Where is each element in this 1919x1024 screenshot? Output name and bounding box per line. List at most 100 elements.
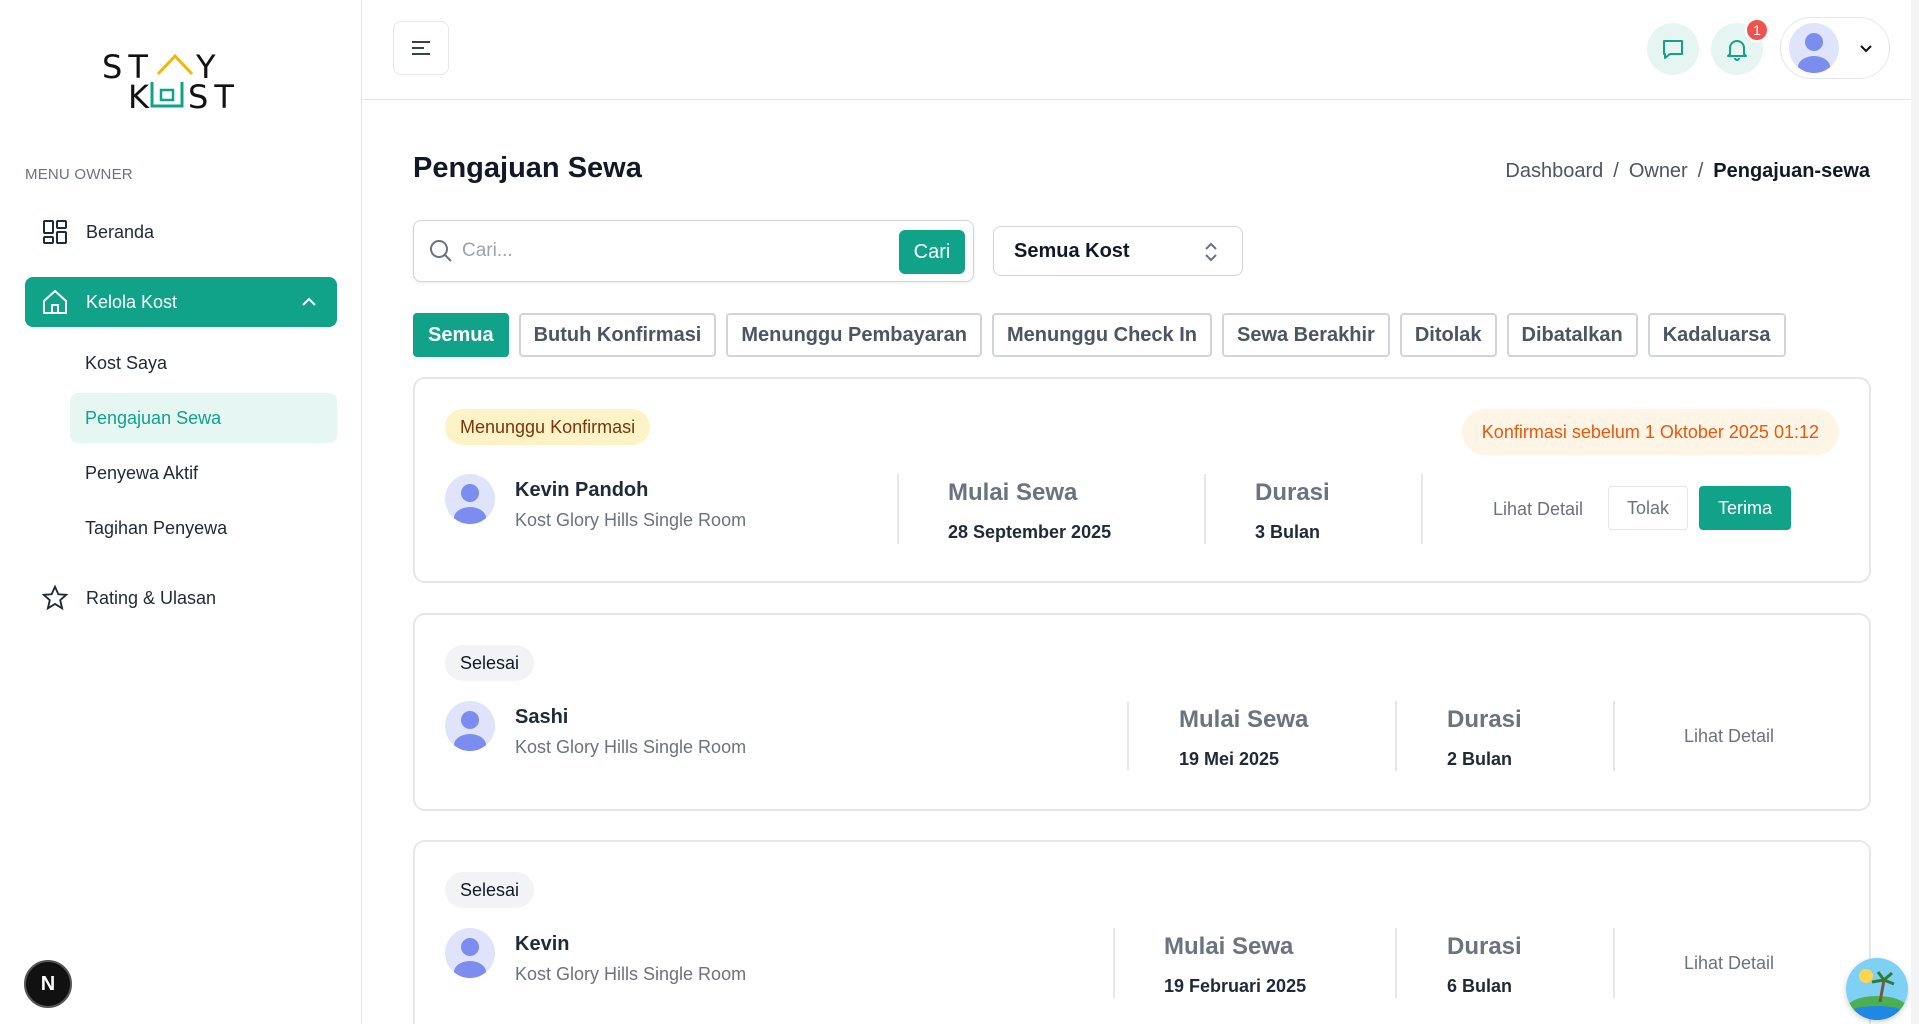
divider	[1613, 701, 1615, 771]
sidebar-subitem-pengajuan-sewa[interactable]: Pengajuan Sewa	[70, 393, 337, 443]
bell-icon	[1727, 40, 1747, 61]
breadcrumb-separator: /	[1613, 160, 1619, 182]
breadcrumb-owner[interactable]: Owner	[1629, 160, 1688, 183]
chevron-down-icon	[1860, 45, 1872, 53]
start-label: Mulai Sewa	[1164, 933, 1294, 960]
breadcrumb-current: Pengajuan-sewa	[1713, 160, 1870, 182]
menu-toggle-button[interactable]	[393, 21, 449, 75]
divider	[1395, 928, 1397, 998]
menu-title: MENU OWNER	[25, 166, 133, 183]
tenant-name: Kevin	[515, 933, 570, 955]
start-label: Mulai Sewa	[948, 479, 1078, 506]
duration-label: Durasi	[1447, 706, 1522, 733]
search-icon	[430, 240, 452, 262]
sidebar-item-beranda[interactable]: Beranda	[25, 207, 337, 257]
sidebar-subitem-label: Tagihan Penyewa	[85, 517, 228, 538]
tab-dibatalkan[interactable]: Dibatalkan	[1506, 313, 1638, 357]
divider	[1421, 474, 1423, 544]
tenant-room: Kost Glory Hills Single Room	[515, 964, 747, 984]
divider	[897, 474, 899, 544]
staykost-logo[interactable]: ST Y K ST	[102, 48, 262, 116]
divider	[1395, 701, 1397, 771]
svg-text:ST: ST	[188, 78, 240, 112]
search-bar: Cari	[413, 220, 974, 282]
sidebar-item-kelola-kost[interactable]: Kelola Kost	[25, 277, 337, 327]
tenant-name: Kevin Pandoh	[515, 479, 649, 501]
start-value: 19 Februari 2025	[1164, 976, 1307, 996]
kost-filter-select[interactable]: Semua Kost	[993, 226, 1243, 276]
sidebar-subitem-label: Penyewa Aktif	[85, 462, 199, 483]
duration-value: 3 Bulan	[1255, 522, 1321, 542]
sidebar-subitem-label: Pengajuan Sewa	[85, 407, 222, 428]
status-tabs: Semua Butuh Konfirmasi Menunggu Pembayar…	[413, 313, 1786, 357]
duration-label: Durasi	[1255, 479, 1330, 506]
tab-menunggu-pembayaran[interactable]: Menunggu Pembayaran	[726, 313, 982, 357]
status-badge: Selesai	[445, 872, 535, 908]
start-label: Mulai Sewa	[1179, 706, 1309, 733]
start-value: 19 Mei 2025	[1179, 749, 1280, 769]
nextjs-dev-badge[interactable]: N	[24, 960, 72, 1008]
home-icon	[41, 288, 69, 316]
topbar: 1	[363, 0, 1919, 100]
divider	[1613, 928, 1615, 998]
logo-mark: ST Y K ST	[102, 48, 240, 116]
breadcrumb: Dashboard / Owner / Pengajuan-sewa	[1505, 160, 1870, 183]
duration-value: 6 Bulan	[1447, 976, 1513, 996]
reject-button[interactable]: Tolak	[1608, 486, 1688, 530]
search-button[interactable]: Cari	[899, 230, 965, 274]
notification-count-badge: 1	[1745, 18, 1769, 42]
tenant-name: Sashi	[515, 706, 569, 728]
tab-butuh-konfirmasi[interactable]: Butuh Konfirmasi	[518, 313, 717, 357]
page-scrollbar[interactable]	[1911, 0, 1919, 1024]
svg-text:K: K	[128, 78, 150, 112]
sidebar-item-label: Kelola Kost	[86, 291, 178, 312]
sidebar-subitem-tagihan-penyewa[interactable]: Tagihan Penyewa	[70, 503, 337, 553]
view-detail-link[interactable]: Lihat Detail	[1493, 499, 1583, 520]
status-badge: Selesai	[445, 645, 535, 681]
star-icon	[41, 584, 69, 612]
page-title: Pengajuan Sewa	[413, 152, 642, 184]
tab-ditolak[interactable]: Ditolak	[1399, 313, 1497, 357]
tenant-room: Kost Glory Hills Single Room	[515, 737, 747, 757]
avatar	[1789, 23, 1839, 73]
view-detail-link[interactable]: Lihat Detail	[1684, 953, 1774, 974]
chat-icon	[1663, 40, 1683, 59]
sidebar-subitem-penyewa-aktif[interactable]: Penyewa Aktif	[70, 448, 337, 498]
divider	[1127, 701, 1129, 771]
status-badge: Menunggu Konfirmasi	[445, 409, 651, 445]
menu-icon	[412, 41, 430, 55]
rental-request-card: Selesai Sashi Kost Glory Hills Single Ro…	[413, 613, 1871, 811]
rental-request-card: Selesai Kevin Kost Glory Hills Single Ro…	[413, 840, 1871, 1024]
sidebar-item-rating-ulasan[interactable]: Rating & Ulasan	[25, 573, 337, 623]
tab-sewa-berakhir[interactable]: Sewa Berakhir	[1221, 313, 1390, 357]
accept-button[interactable]: Terima	[1699, 486, 1791, 530]
rental-request-card: Menunggu Konfirmasi Konfirmasi sebelum 1…	[413, 377, 1871, 583]
kost-filter-value: Semua Kost	[1014, 239, 1130, 262]
breadcrumb-dashboard[interactable]: Dashboard	[1505, 160, 1603, 183]
tenant-avatar	[445, 928, 495, 978]
island-icon	[1846, 958, 1908, 1020]
breadcrumb-separator: /	[1697, 160, 1704, 182]
tab-semua[interactable]: Semua	[413, 313, 509, 357]
chat-button[interactable]	[1647, 23, 1699, 75]
view-detail-link[interactable]: Lihat Detail	[1684, 726, 1774, 747]
floating-assistant-button[interactable]	[1846, 958, 1908, 1020]
sidebar-subitem-kost-saya[interactable]: Kost Saya	[70, 338, 337, 388]
duration-value: 2 Bulan	[1447, 749, 1513, 769]
profile-menu-button[interactable]	[1780, 17, 1890, 79]
confirmation-deadline: Konfirmasi sebelum 1 Oktober 2025 01:12	[1461, 409, 1839, 455]
tenant-room: Kost Glory Hills Single Room	[515, 510, 747, 530]
sidebar-item-label: Beranda	[86, 221, 155, 242]
search-input[interactable]	[462, 240, 882, 262]
notification-button[interactable]: 1	[1711, 18, 1769, 75]
tenant-avatar	[445, 474, 495, 524]
dashboard-grid-icon	[41, 218, 69, 246]
sidebar-item-label: Rating & Ulasan	[86, 587, 217, 608]
duration-label: Durasi	[1447, 933, 1522, 960]
sidebar-subitem-label: Kost Saya	[85, 352, 168, 373]
tab-kadaluarsa[interactable]: Kadaluarsa	[1647, 313, 1786, 357]
tenant-avatar	[445, 701, 495, 751]
select-updown-icon	[1205, 242, 1217, 262]
start-value: 28 September 2025	[948, 522, 1112, 542]
tab-menunggu-check-in[interactable]: Menunggu Check In	[991, 313, 1212, 357]
